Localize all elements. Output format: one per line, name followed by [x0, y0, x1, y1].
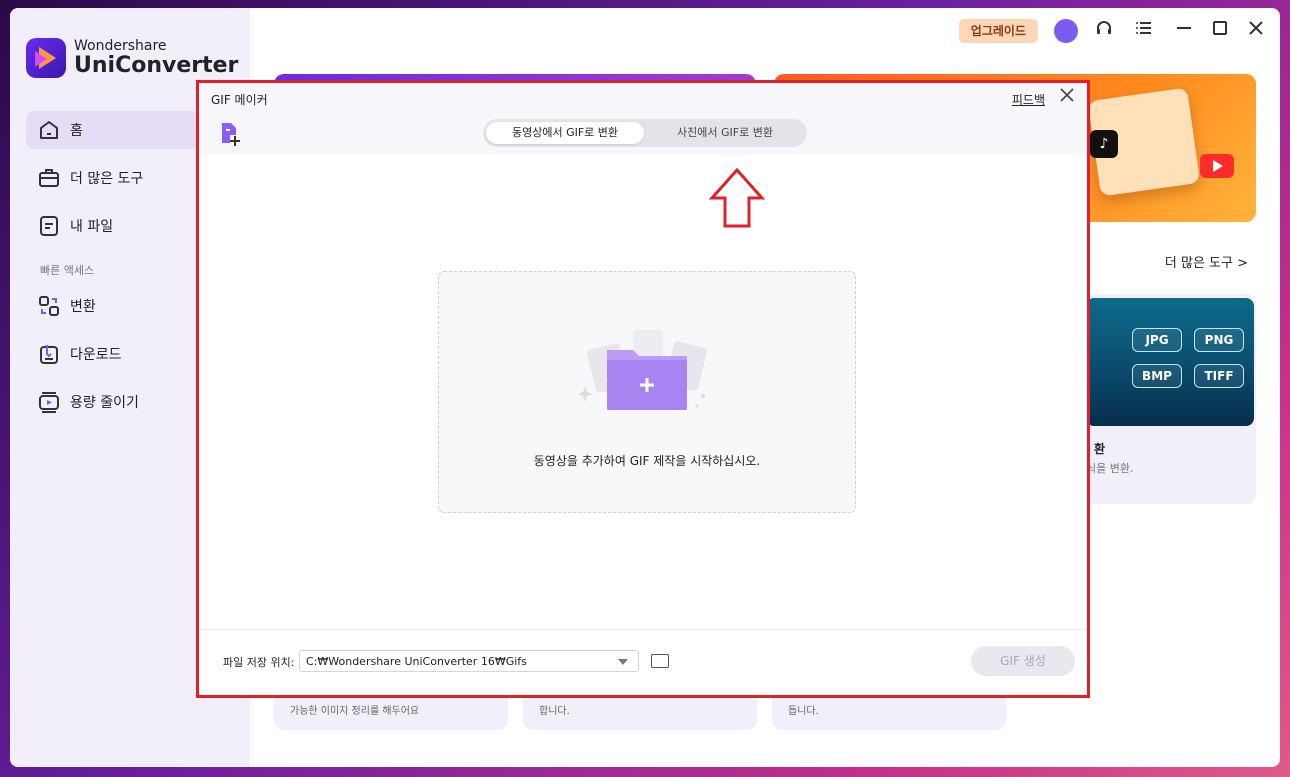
upgrade-button[interactable]: 업그레이드	[958, 19, 1038, 43]
app-logo: Wondershare UniConverter	[26, 38, 238, 78]
sidebar-item-my-files[interactable]: 내 파일	[26, 207, 200, 245]
gif-maker-dialog: GIF 메이커 피드백 동영상에서 GIF로 변환 사진에서 GIF로 변환 동…	[196, 80, 1090, 698]
up-arrow-annotation	[708, 167, 766, 233]
dialog-header: GIF 메이커 피드백 동영상에서 GIF로 변환 사진에서 GIF로 변환	[199, 83, 1087, 155]
sidebar-item-label: 홈	[70, 123, 83, 139]
title-bar: 업그레이드	[920, 8, 1280, 54]
toolbox-icon	[38, 167, 60, 189]
generate-gif-button[interactable]: GIF 생성	[971, 646, 1075, 676]
brand-name: Wondershare	[74, 38, 167, 54]
format-badge: PNG	[1194, 328, 1244, 352]
feedback-link[interactable]: 피드백	[1012, 91, 1045, 108]
drop-zone-instruction: 동영상을 추가하여 GIF 제작을 시작하십시오.	[533, 454, 761, 468]
tab-video-to-gif[interactable]: 동영상에서 GIF로 변환	[486, 122, 644, 144]
format-badge: TIFF	[1194, 364, 1244, 388]
tab-photo-to-gif[interactable]: 사진에서 GIF로 변환	[646, 122, 804, 144]
sidebar-item-label: 내 파일	[70, 219, 114, 235]
sidebar-item-label: 다운로드	[70, 347, 122, 363]
minimize-icon[interactable]	[1172, 19, 1196, 43]
maximize-icon[interactable]	[1208, 19, 1232, 43]
sidebar-item-download[interactable]: 다운로드	[26, 335, 200, 373]
folder-add-icon	[577, 328, 713, 418]
quick-access-label: 빠른 액세스	[40, 264, 95, 277]
chevron-down-icon	[618, 659, 628, 665]
dialog-title: GIF 메이커	[211, 93, 268, 107]
uniconverter-logo-icon	[26, 38, 66, 78]
card-description: 합니다.	[539, 706, 570, 717]
card-title: 환	[1094, 442, 1106, 456]
tiktok-icon: ♪	[1090, 130, 1118, 158]
image-converter-card[interactable]: JPG PNG BMP TIFF 환 식을 변환.	[1086, 294, 1256, 504]
avatar[interactable]	[1054, 19, 1078, 43]
sidebar-item-compress[interactable]: 용량 줄이기	[26, 383, 200, 421]
file-icon	[38, 215, 60, 237]
card-description: 가능한 이미지 정리를 해두어요	[290, 706, 420, 717]
more-tools-link[interactable]: 더 많은 도구 >	[1165, 252, 1248, 271]
dialog-footer: 파일 저장 위치: C:₩Wondershare UniConverter 16…	[199, 629, 1087, 696]
home-icon	[38, 119, 60, 141]
card-description: 듭니다.	[788, 706, 819, 717]
convert-icon	[38, 295, 60, 317]
download-icon	[38, 343, 60, 365]
ocean-thumbnail: JPG PNG BMP TIFF	[1086, 298, 1254, 426]
compress-icon	[38, 391, 60, 413]
format-badge: JPG	[1132, 328, 1182, 352]
youtube-icon	[1200, 154, 1234, 178]
headset-icon[interactable]	[1092, 19, 1116, 43]
app-name: UniConverter	[74, 53, 239, 78]
video-drop-zone[interactable]: 동영상을 추가하여 GIF 제작을 시작하십시오.	[438, 271, 856, 513]
menu-icon[interactable]	[1132, 19, 1156, 43]
sidebar-item-more-tools[interactable]: 더 많은 도구	[26, 159, 200, 197]
card-description: 식을 변환.	[1086, 462, 1134, 475]
close-icon[interactable]	[1244, 19, 1268, 43]
add-file-icon[interactable]	[219, 121, 243, 147]
save-path-value: C:₩Wondershare UniConverter 16₩Gifs	[306, 655, 527, 668]
sidebar-item-label: 변환	[70, 299, 96, 315]
close-icon[interactable]	[1057, 87, 1077, 107]
save-path-select[interactable]: C:₩Wondershare UniConverter 16₩Gifs	[299, 650, 639, 672]
sidebar-item-label: 더 많은 도구	[70, 171, 144, 187]
format-badge: BMP	[1132, 364, 1182, 388]
sidebar-item-label: 용량 줄이기	[70, 395, 139, 411]
sidebar-item-home[interactable]: 홈	[26, 111, 200, 149]
open-folder-icon[interactable]	[651, 654, 669, 668]
save-location-label: 파일 저장 위치:	[223, 656, 295, 669]
mode-tabs: 동영상에서 GIF로 변환 사진에서 GIF로 변환	[483, 119, 807, 147]
sidebar-item-convert[interactable]: 변환	[26, 287, 200, 325]
